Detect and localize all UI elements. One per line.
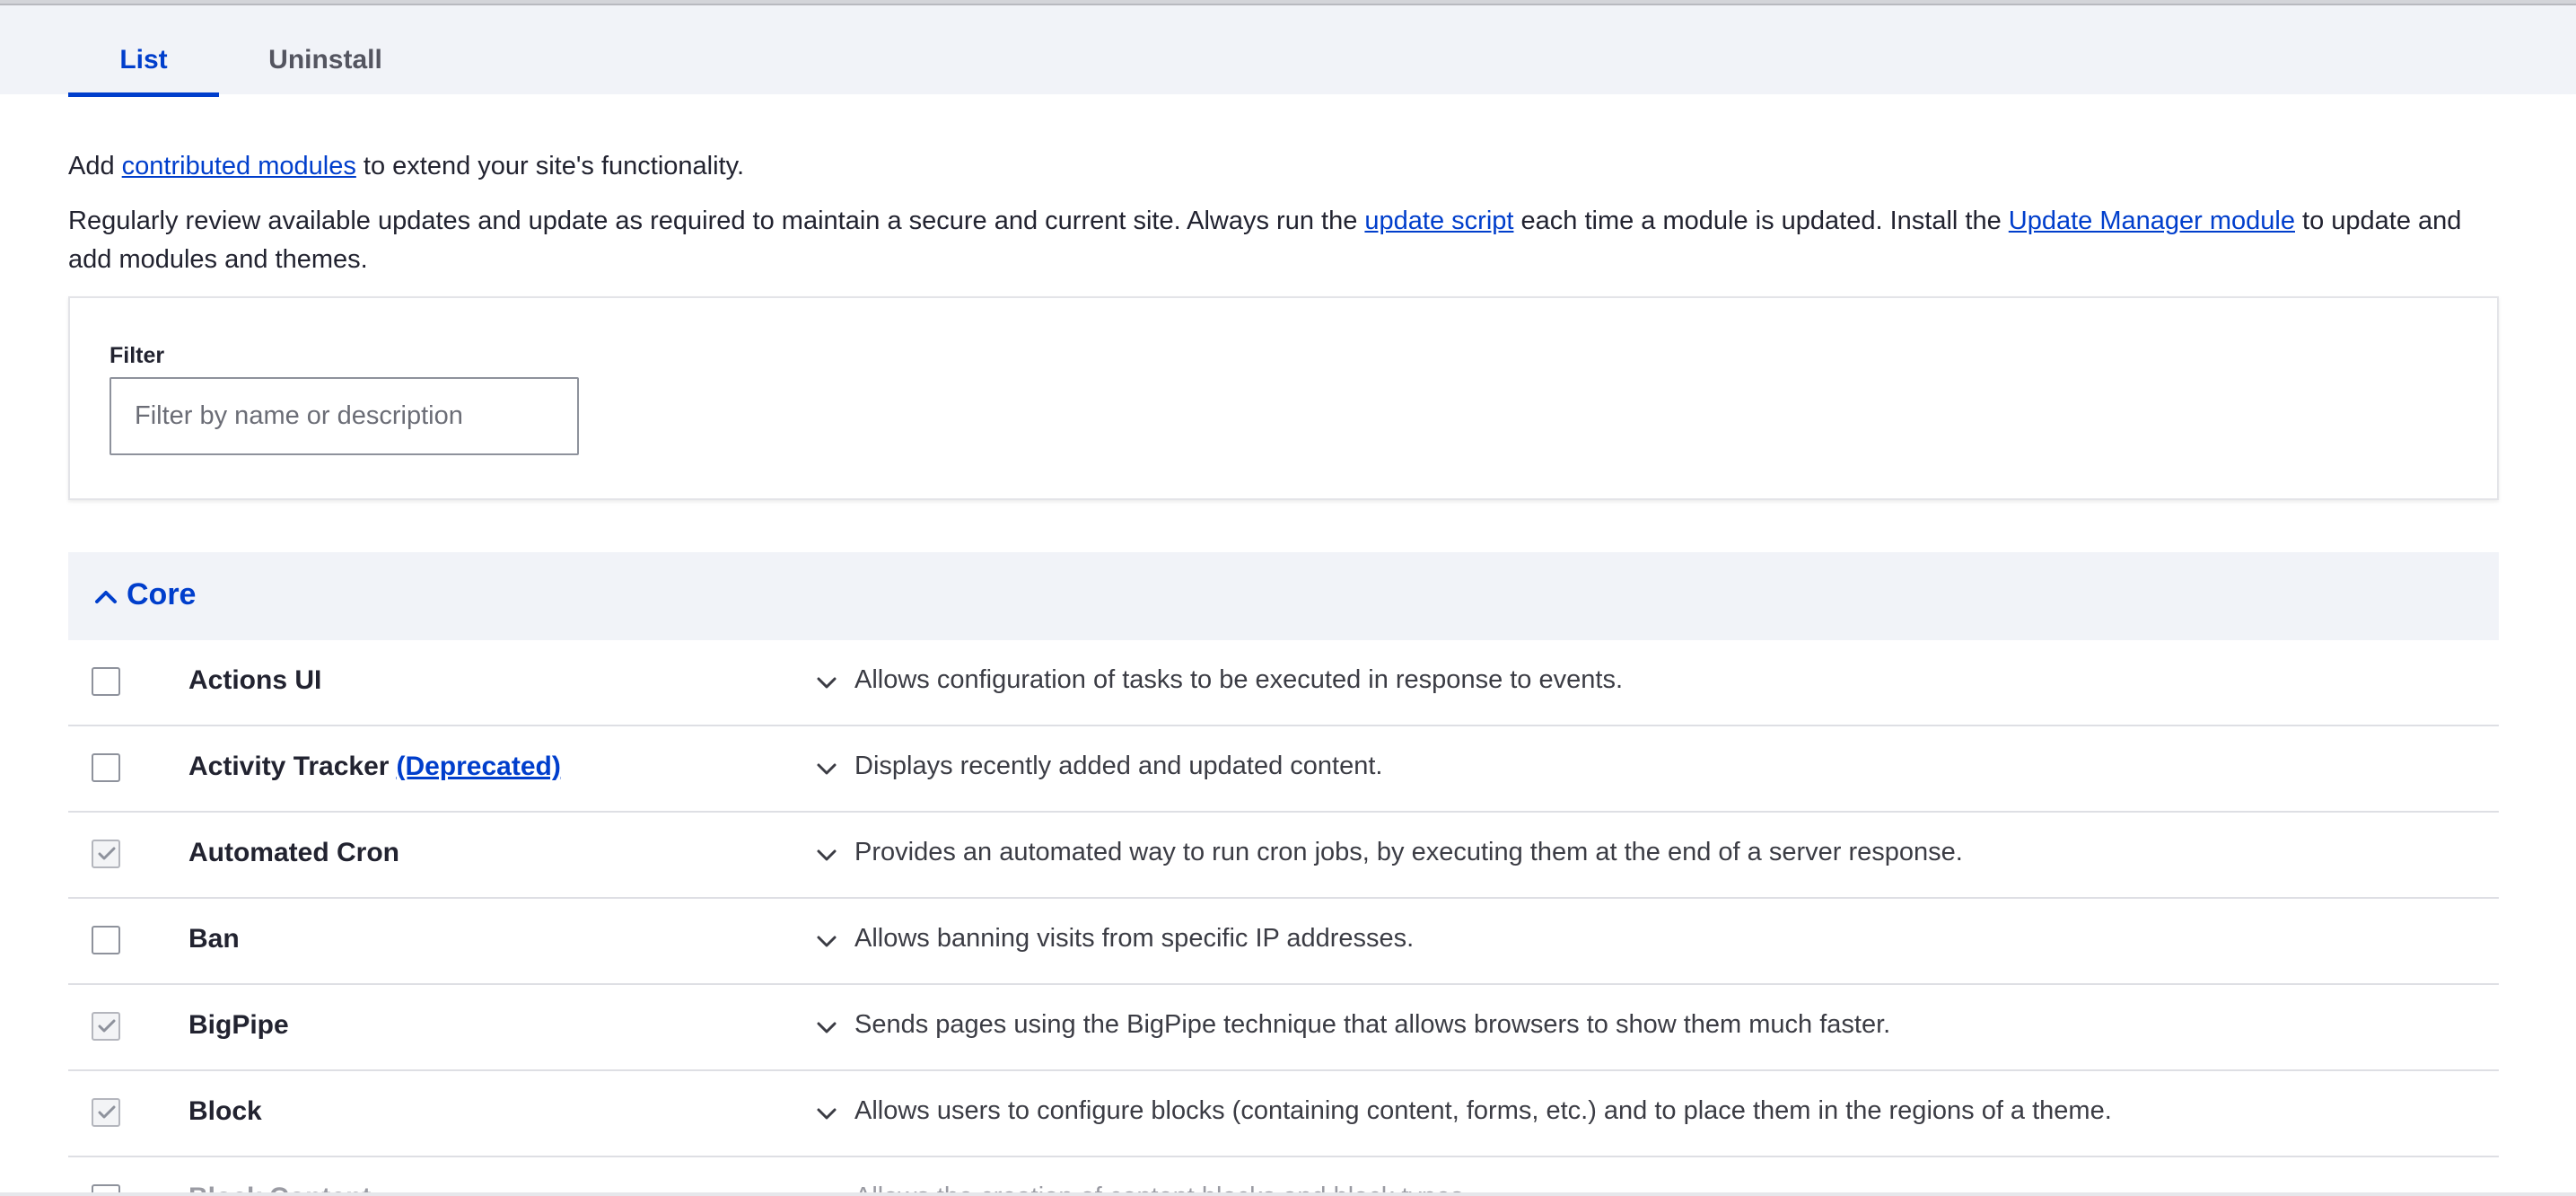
- intro-prefix: Add: [68, 152, 122, 180]
- review-part-1: Regularly review available updates and u…: [68, 207, 1365, 235]
- core-section-title: Core: [127, 577, 197, 611]
- module-description: Allows users to configure blocks (contai…: [854, 1096, 2112, 1125]
- tabs-bar: List Uninstall: [0, 5, 2576, 97]
- intro-suffix: to extend your site's functionality.: [355, 152, 744, 180]
- module-name-text: Block: [188, 1096, 262, 1126]
- bottom-divider: [0, 1192, 2576, 1196]
- module-row: Actions UI Allows configuration of tasks …: [68, 640, 2499, 726]
- module-row: Block Allows users to configure blocks (c…: [68, 1071, 2499, 1157]
- update-script-link[interactable]: update script: [1364, 207, 1513, 235]
- deprecated-link[interactable]: (Deprecated): [396, 752, 560, 781]
- module-description: Allows configuration of tasks to be exec…: [854, 665, 1623, 694]
- module-checkbox[interactable]: [92, 1098, 120, 1127]
- checkmark-icon: [98, 847, 116, 860]
- module-description: Allows banning visits from specific IP a…: [854, 924, 1415, 953]
- module-name: Actions UI: [188, 665, 321, 696]
- module-row: Activity Tracker (Deprecated) Displays rec…: [68, 726, 2499, 813]
- module-name: Automated Cron: [188, 838, 399, 868]
- module-row: BigPipe Sends pages using the BigPipe tec…: [68, 985, 2499, 1071]
- chevron-down-icon[interactable]: [813, 1015, 840, 1042]
- filter-label: Filter: [110, 343, 165, 368]
- module-description: Provides an automated way to run cron jo…: [854, 838, 1963, 866]
- tab-uninstall[interactable]: Uninstall: [260, 29, 390, 97]
- module-list: Actions UI Allows configuration of tasks …: [68, 640, 2499, 1193]
- module-description: Sends pages using the BigPipe technique …: [854, 1010, 1891, 1039]
- module-checkbox[interactable]: [92, 753, 120, 782]
- core-section-header[interactable]: Core: [68, 552, 2499, 640]
- contributed-modules-link[interactable]: contributed modules: [122, 152, 356, 180]
- module-name: Activity Tracker (Deprecated): [188, 752, 561, 782]
- checkmark-icon: [98, 1105, 116, 1119]
- chevron-down-icon[interactable]: [813, 928, 840, 955]
- tab-list[interactable]: List: [68, 29, 219, 97]
- module-checkbox[interactable]: [92, 667, 120, 696]
- chevron-down-icon[interactable]: [813, 670, 840, 697]
- update-manager-link[interactable]: Update Manager module: [2009, 207, 2295, 235]
- chevron-down-icon[interactable]: [813, 842, 840, 869]
- intro-text: Add contributed modules to extend your s…: [68, 147, 744, 185]
- module-row: Block ContentAllows the creation of cont…: [68, 1157, 2499, 1193]
- chevron-up-icon: [95, 591, 117, 603]
- module-checkbox[interactable]: [92, 840, 120, 868]
- module-description: Displays recently added and updated cont…: [854, 752, 1383, 780]
- filter-card: Filter: [68, 296, 2499, 500]
- module-name: BigPipe: [188, 1010, 289, 1041]
- chevron-down-icon[interactable]: [813, 1101, 840, 1128]
- checkmark-icon: [98, 1019, 116, 1033]
- filter-input[interactable]: [110, 377, 579, 455]
- module-name: Block: [188, 1096, 262, 1127]
- module-row: Automated Cron Provides an automated way …: [68, 813, 2499, 899]
- module-name-text: BigPipe: [188, 1010, 289, 1040]
- module-name-text: Activity Tracker: [188, 752, 390, 781]
- review-text: Regularly review available updates and u…: [68, 202, 2510, 279]
- module-row: Ban Allows banning visits from specific I…: [68, 899, 2499, 985]
- review-part-2: each time a module is updated. Install t…: [1513, 207, 2009, 235]
- module-name-text: Actions UI: [188, 665, 322, 695]
- module-name-text: Ban: [188, 924, 240, 954]
- module-name: Ban: [188, 924, 240, 954]
- module-checkbox[interactable]: [92, 1012, 120, 1041]
- chevron-down-icon[interactable]: [813, 756, 840, 783]
- module-checkbox[interactable]: [92, 926, 120, 954]
- module-name-text: Automated Cron: [188, 838, 399, 867]
